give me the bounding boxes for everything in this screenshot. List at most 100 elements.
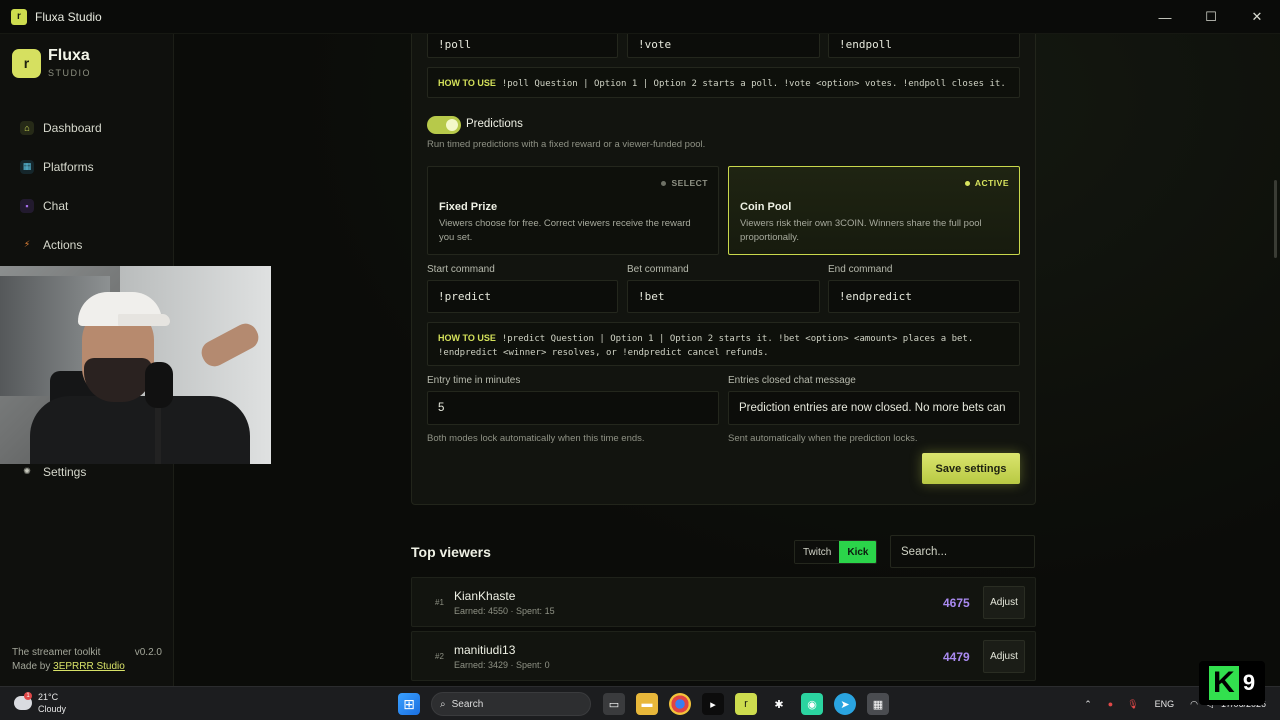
mode-badge: SELECT: [661, 178, 708, 188]
predictions-toggle[interactable]: [427, 116, 461, 134]
discord-icon[interactable]: ◉: [801, 693, 823, 715]
viewer-meta: Earned: 3429 · Spent: 0: [454, 660, 550, 670]
record-icon[interactable]: ●: [1108, 699, 1113, 709]
sidebar-item-dashboard[interactable]: ⌂ Dashboard: [12, 108, 162, 147]
bet-command-value: !bet: [638, 290, 665, 303]
sidebar-item-label: Dashboard: [43, 120, 102, 135]
predictions-description: Run timed predictions with a fixed rewar…: [427, 139, 706, 150]
poll-howto: HOW TO USE !poll Question | Option 1 | Op…: [427, 67, 1020, 98]
viewer-name: KianKhaste: [454, 589, 516, 603]
taskbar-search[interactable]: ⌕ Search: [431, 692, 591, 716]
howto-text: !predict Question | Option 1 | Option 2 …: [438, 334, 974, 358]
brand: r Fluxa STUDIO: [12, 48, 91, 78]
wifi-icon[interactable]: ◠: [1190, 699, 1198, 710]
made-by-label: Made by: [12, 661, 54, 672]
weather-temp: 21°C: [38, 692, 59, 702]
end-command-value: !endpredict: [839, 290, 912, 303]
entry-time-hint: Both modes lock automatically when this …: [427, 433, 645, 444]
table-row: #1 KianKhaste Earned: 4550 · Spent: 15 4…: [411, 577, 1036, 627]
poll-vote-value: !vote: [638, 37, 672, 51]
platform-twitch-button[interactable]: Twitch: [795, 541, 840, 563]
mode-description: Viewers choose for free. Correct viewers…: [439, 218, 691, 243]
channel-number: 9: [1242, 670, 1256, 695]
adjust-button[interactable]: Adjust: [983, 586, 1025, 619]
task-view-icon[interactable]: ▭: [603, 693, 625, 715]
closed-message-label: Entries closed chat message: [728, 375, 856, 386]
close-button[interactable]: ✕: [1234, 0, 1280, 34]
terminal-icon[interactable]: ▸: [702, 693, 724, 715]
title-bar: r Fluxa Studio — ☐ ✕: [0, 0, 1280, 34]
poll-vote-input[interactable]: !vote: [627, 34, 820, 58]
windows-start-icon[interactable]: ⊞: [398, 693, 420, 715]
telegram-icon[interactable]: ➤: [834, 693, 856, 715]
window-controls: — ☐ ✕: [1142, 0, 1280, 34]
chrome-icon[interactable]: [669, 693, 691, 715]
viewer-meta: Earned: 4550 · Spent: 15: [454, 606, 555, 616]
fluxa-app-icon[interactable]: r: [735, 693, 757, 715]
language-indicator[interactable]: ENG: [1155, 699, 1175, 709]
predictions-title: Predictions: [466, 118, 523, 130]
table-row: #2 manitiudi13 Earned: 3429 · Spent: 0 4…: [411, 631, 1036, 681]
platform-kick-button[interactable]: Kick: [839, 541, 877, 563]
viewer-rank: #2: [435, 652, 444, 661]
entry-time-value: 5: [438, 402, 445, 414]
mode-fixed-prize[interactable]: SELECT Fixed Prize Viewers choose for fr…: [427, 166, 719, 255]
taskbar-search-label: Search: [451, 698, 484, 710]
sidebar-item-label: Chat: [43, 198, 69, 213]
made-by-link[interactable]: 3EPRRR Studio: [53, 660, 125, 674]
adjust-button[interactable]: Adjust: [983, 640, 1025, 673]
mode-coin-pool[interactable]: ACTIVE Coin Pool Viewers risk their own …: [728, 166, 1020, 255]
weather-widget[interactable]: 1 21°C Cloudy: [14, 691, 66, 715]
file-explorer-icon[interactable]: ▬: [636, 693, 658, 715]
save-settings-button[interactable]: Save settings: [922, 453, 1020, 484]
start-command-input[interactable]: !predict: [427, 280, 618, 313]
weather-badge: 1: [24, 692, 32, 700]
minimize-button[interactable]: —: [1142, 0, 1188, 34]
footer-tagline: The streamer toolkit: [12, 647, 101, 658]
viewer-search-input[interactable]: Search...: [890, 535, 1035, 568]
poll-end-input[interactable]: !endpoll: [828, 34, 1020, 58]
sidebar-item-platforms[interactable]: ▦ Platforms: [12, 147, 162, 186]
end-command-input[interactable]: !endpredict: [828, 280, 1020, 313]
sidebar-item-actions[interactable]: ⚡ Actions: [12, 225, 162, 264]
platform-switch: Twitch Kick: [794, 540, 878, 564]
chevron-up-icon[interactable]: ⌃: [1084, 699, 1092, 710]
mode-title: Fixed Prize: [439, 201, 498, 213]
poll-end-value: !endpoll: [839, 37, 892, 51]
channel-logo: K 9: [1199, 661, 1265, 705]
scrollbar[interactable]: [1274, 180, 1277, 258]
gear-icon: ✺: [23, 466, 31, 476]
sidebar-item-chat[interactable]: ▪ Chat: [12, 186, 162, 225]
sidebar-item-label: Platforms: [43, 159, 94, 174]
closed-message-value: Prediction entries are now closed. No mo…: [739, 402, 1006, 414]
brand-subtitle: STUDIO: [48, 68, 92, 78]
calculator-icon[interactable]: ▦: [867, 693, 889, 715]
search-placeholder: Search...: [901, 545, 948, 558]
app-icon: r: [11, 8, 27, 25]
bolt-icon: ⚡: [23, 239, 31, 249]
poll-start-input[interactable]: !poll: [427, 34, 618, 58]
mode-badge: ACTIVE: [964, 178, 1009, 188]
predict-howto: HOW TO USE !predict Question | Option 1 |…: [427, 322, 1020, 366]
settings-card: !poll !vote !endpoll HOW TO USE !poll Que…: [411, 34, 1036, 505]
chatgpt-icon[interactable]: ✱: [768, 693, 790, 715]
entry-time-label: Entry time in minutes: [427, 375, 521, 386]
bet-command-input[interactable]: !bet: [627, 280, 820, 313]
brand-logo-icon: r: [12, 48, 41, 78]
howto-tag: HOW TO USE: [438, 78, 496, 88]
window-title: Fluxa Studio: [35, 9, 102, 24]
closed-message-input[interactable]: Prediction entries are now closed. No mo…: [728, 391, 1020, 425]
entry-time-input[interactable]: 5: [427, 391, 719, 425]
sidebar-nav: ⌂ Dashboard ▦ Platforms ▪ Chat ⚡ Actions: [12, 108, 162, 264]
viewer-score: 4479: [943, 650, 970, 664]
start-command-label: Start command: [427, 264, 495, 275]
maximize-button[interactable]: ☐: [1188, 0, 1234, 34]
end-command-label: End command: [828, 264, 893, 275]
mode-description: Viewers risk their own 3COIN. Winners sh…: [740, 218, 982, 243]
viewer-name: manitiudi13: [454, 643, 516, 657]
howto-tag: HOW TO USE: [438, 333, 496, 343]
main-content: !poll !vote !endpoll HOW TO USE !poll Que…: [174, 34, 1280, 686]
start-command-value: !predict: [438, 290, 491, 303]
home-icon: ⌂: [20, 120, 34, 135]
mic-icon[interactable]: 🎙: [1127, 699, 1138, 710]
